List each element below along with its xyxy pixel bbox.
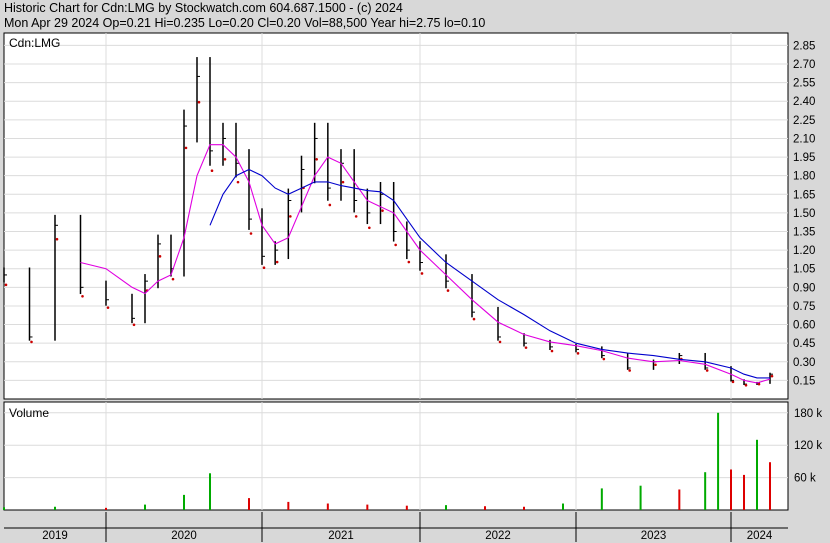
price-dot <box>262 266 266 270</box>
volume-panel-label: Volume <box>9 406 49 420</box>
price-dot <box>731 380 735 384</box>
price-dot <box>368 226 371 230</box>
price-dot <box>757 382 761 386</box>
stock-chart: 2.85 2.70 2.55 2.40 2.25 2.10 1.95 1.80 1.65 1.50… <box>3 32 822 542</box>
price-tick-label: 1.50 <box>793 208 815 220</box>
price-dot <box>354 215 358 218</box>
volume-bar <box>326 503 329 510</box>
volume-panel-bg <box>3 401 789 511</box>
price-tick-label: 0.45 <box>793 338 815 350</box>
volume-bar <box>743 474 745 510</box>
volume-bar <box>405 505 408 510</box>
year-tick-label: 2023 <box>641 530 667 542</box>
price-dot <box>158 255 162 258</box>
price-dot <box>81 294 84 298</box>
price-dot <box>770 374 774 378</box>
price-dot <box>289 215 292 218</box>
price-dot <box>210 169 214 173</box>
price-tick-label: 1.35 <box>793 227 815 239</box>
volume-tick-label: 120 k <box>794 440 822 452</box>
price-tick-label: 1.65 <box>793 189 815 201</box>
price-tick-label: 0.15 <box>793 375 815 387</box>
price-dot <box>184 146 188 150</box>
price-tick-label: 1.20 <box>793 245 815 257</box>
price-dot <box>576 352 580 355</box>
price-tick-label: 2.25 <box>793 115 815 127</box>
volume-bar <box>183 494 185 510</box>
price-dot <box>275 260 279 264</box>
volume-bar <box>484 506 486 510</box>
volume-bar <box>366 504 369 510</box>
price-tick-label: 1.80 <box>793 171 815 183</box>
volume-bar <box>717 412 720 510</box>
year-tick-label: 2022 <box>485 530 511 542</box>
price-tick-label: 0.75 <box>793 301 815 313</box>
volume-bar <box>756 439 758 510</box>
volume-bar <box>600 488 603 510</box>
price-tick-label: 2.40 <box>793 96 815 108</box>
price-dot <box>472 317 476 321</box>
volume-tick-label: 180 k <box>794 408 822 420</box>
price-dot <box>407 260 411 264</box>
volume-bar <box>730 469 732 510</box>
volume-bar <box>105 507 107 510</box>
volume-bar <box>639 485 642 510</box>
volume-bar <box>54 506 56 510</box>
price-tick-label: 2.85 <box>793 40 815 52</box>
price-tick-label: 1.05 <box>793 264 815 276</box>
year-tick-label: 2020 <box>171 530 197 542</box>
volume-bar <box>248 498 250 510</box>
price-dot <box>197 100 201 104</box>
price-dot <box>654 363 657 367</box>
volume-bar <box>287 501 290 510</box>
price-dot <box>498 340 502 344</box>
price-dot <box>315 158 318 161</box>
price-dot <box>524 346 528 349</box>
price-tick-label: 2.55 <box>793 78 815 90</box>
volume-bar <box>209 473 211 510</box>
volume-bar <box>523 506 525 510</box>
price-dot <box>30 340 33 344</box>
price-dot <box>628 369 631 372</box>
price-dot <box>381 209 384 212</box>
volume-bar <box>704 472 707 510</box>
volume-bar <box>3 507 5 510</box>
price-dot <box>236 180 240 184</box>
volume-bar <box>144 504 146 510</box>
price-dot <box>744 384 748 387</box>
price-dot <box>171 277 175 281</box>
price-dot <box>550 349 554 353</box>
price-panel-label: Cdn:LMG <box>9 36 60 50</box>
price-dot <box>602 357 606 361</box>
price-dot <box>420 272 424 275</box>
price-dot <box>341 180 345 184</box>
price-tick-label: 2.70 <box>793 59 815 71</box>
volume-tick-label: 60 k <box>794 473 816 485</box>
year-tick-label: 2019 <box>42 530 68 542</box>
price-dot <box>132 323 136 327</box>
price-tick-label: 2.10 <box>793 133 815 145</box>
price-dot <box>55 237 59 241</box>
year-axis-bg <box>4 512 788 542</box>
price-tick-label: 0.30 <box>793 357 815 369</box>
volume-bar <box>678 489 681 510</box>
price-tick-label: 0.90 <box>793 282 815 294</box>
price-tick-label: 1.95 <box>793 152 815 164</box>
price-dot <box>249 232 253 235</box>
price-tick-label: 0.60 <box>793 320 815 332</box>
price-dot <box>394 243 397 247</box>
price-dot <box>446 289 450 292</box>
year-tick-label: 2021 <box>328 530 354 542</box>
price-dot <box>223 158 227 161</box>
year-tick-label: 2024 <box>747 530 773 542</box>
price-dot <box>705 369 709 372</box>
price-dot <box>4 283 8 287</box>
price-dot <box>106 306 110 309</box>
volume-bar <box>562 503 564 510</box>
price-dot <box>328 203 332 207</box>
volume-bar <box>445 505 447 510</box>
volume-bar <box>769 462 771 510</box>
